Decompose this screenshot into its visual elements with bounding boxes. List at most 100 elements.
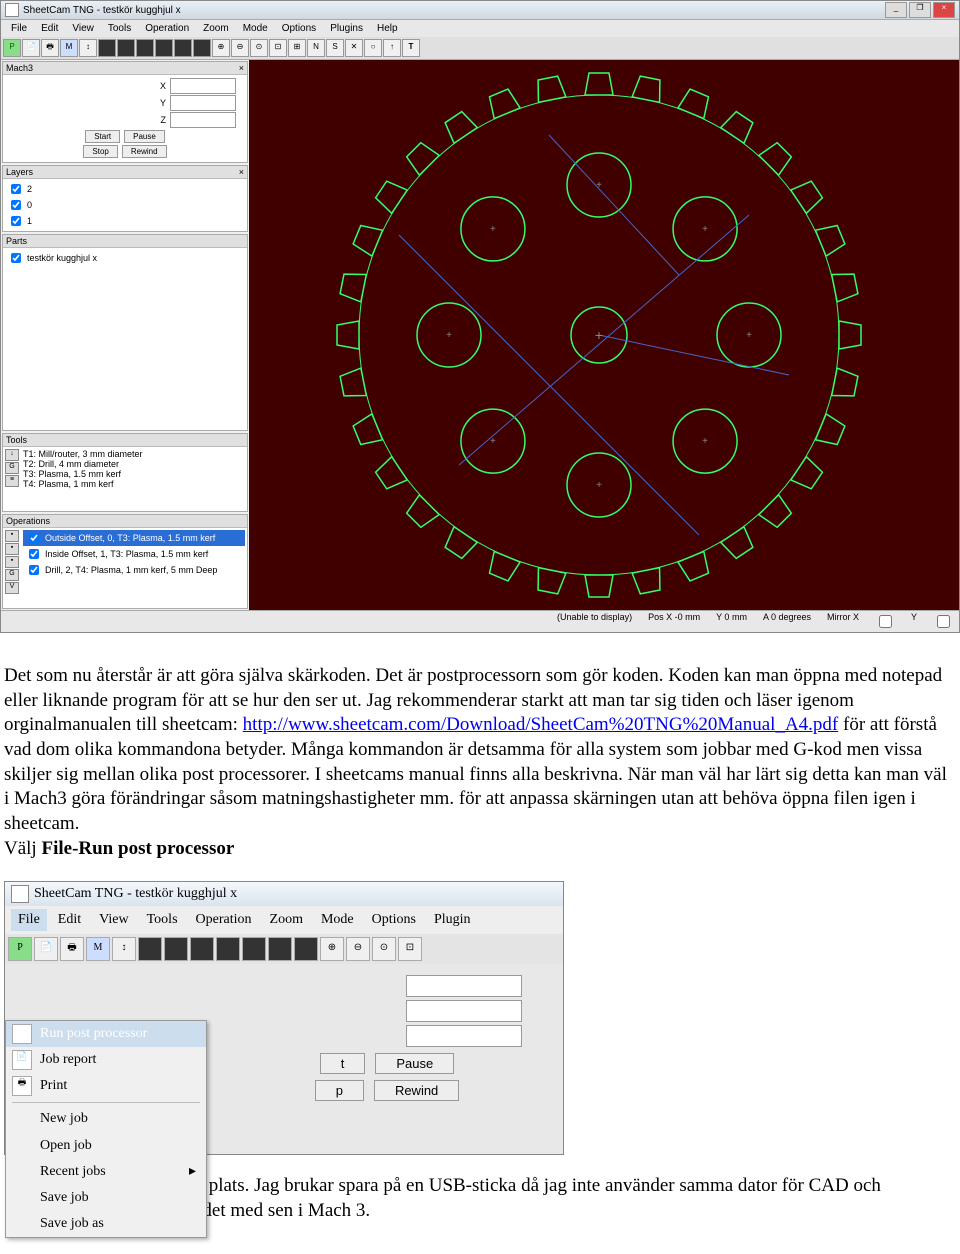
axis-x-input[interactable] [170,78,236,94]
canvas-viewport[interactable]: ++++++++ + [249,60,959,610]
tool-icon[interactable]: G [5,462,19,474]
part-checkbox[interactable] [11,253,21,263]
layer-checkbox[interactable] [11,216,21,226]
zoom-icon-2d[interactable]: ⊡ [398,937,422,961]
panel-close-icon[interactable]: × [239,167,244,177]
tool-item[interactable]: T2: Drill, 4 mm diameter [5,459,245,469]
dark-icon-6[interactable] [193,39,211,57]
doc-link[interactable]: http://www.sheetcam.com/Download/SheetCa… [243,714,839,735]
menu-item-job-report[interactable]: 📄Job report [6,1047,206,1073]
tool-icon[interactable]: ↓ [5,449,19,461]
operation-item[interactable]: Inside Offset, 1, T3: Plasma, 1.5 mm ker… [23,546,245,562]
zoom-icon-3[interactable]: ⊙ [250,39,268,57]
zoom-icon-2b[interactable]: ⊖ [346,937,370,961]
zoom-icon-2c[interactable]: ⊙ [372,937,396,961]
zoom-icon-2a[interactable]: ⊕ [320,937,344,961]
menu-plugins-2[interactable]: Plugin [427,909,478,931]
tool-a-icon[interactable]: ↑ [383,39,401,57]
op-icon[interactable]: ▪ [5,543,19,555]
menu-item-run-post[interactable]: PRun post processor [6,1021,206,1047]
tool-item[interactable]: T1: Mill/router, 3 mm diameter [5,449,245,459]
rewind-button-2[interactable]: Rewind [374,1080,459,1101]
op-icon[interactable]: V [5,582,19,594]
menu-mode-2[interactable]: Mode [314,909,361,931]
menu-item-open-job[interactable]: Open job [6,1133,206,1159]
stop-button[interactable]: Stop [83,145,117,158]
axis-input-2[interactable] [406,1000,522,1022]
operation-item[interactable]: Drill, 2, T4: Plasma, 1 mm kerf, 5 mm De… [23,562,245,578]
btn-t[interactable]: t [320,1053,366,1074]
print-icon[interactable]: 🖶 [41,39,59,57]
start-button[interactable]: Start [85,130,120,143]
op-checkbox[interactable] [29,533,39,543]
report-icon-2[interactable]: 📄 [34,937,58,961]
maximize-button[interactable]: ❐ [909,2,931,18]
op-icon[interactable]: G [5,569,19,581]
tool-s-icon[interactable]: S [326,39,344,57]
menu-edit[interactable]: Edit [35,22,64,35]
axis-y-input[interactable] [170,95,236,111]
axis-input-2[interactable] [406,975,522,997]
menu-zoom-2[interactable]: Zoom [263,909,310,931]
m-icon[interactable]: M [60,39,78,57]
post-icon-2[interactable]: P [8,937,32,961]
dark-icon-2b[interactable] [164,937,188,961]
op-icon[interactable]: ▪ [5,530,19,542]
dark-icon-2g[interactable] [294,937,318,961]
menu-operation[interactable]: Operation [139,22,195,35]
pause-button[interactable]: Pause [124,130,165,143]
zoom-icon-4[interactable]: ⊡ [269,39,287,57]
zoom-icon-5[interactable]: ⊞ [288,39,306,57]
tool-icon-2[interactable]: ↕ [112,937,136,961]
print-icon-2[interactable]: 🖶 [60,937,84,961]
tool-item[interactable]: T4: Plasma, 1 mm kerf [5,479,245,489]
menu-tools-2[interactable]: Tools [140,909,185,931]
menu-view[interactable]: View [66,22,100,35]
dark-icon-3[interactable] [136,39,154,57]
tool-icon[interactable]: ↕ [79,39,97,57]
menu-edit-2[interactable]: Edit [51,909,88,931]
tool-icon[interactable]: ≡ [5,475,19,487]
menu-options[interactable]: Options [276,22,322,35]
zoom-icon-2[interactable]: ⊖ [231,39,249,57]
op-icon[interactable]: ▪ [5,556,19,568]
operation-item[interactable]: Outside Offset, 0, T3: Plasma, 1.5 mm ke… [23,530,245,546]
close-button[interactable]: × [933,2,955,18]
menu-item-save-job-as[interactable]: Save job as [6,1211,206,1237]
tool-x-icon[interactable]: ✕ [345,39,363,57]
zoom-icon-1[interactable]: ⊕ [212,39,230,57]
dark-icon-4[interactable] [155,39,173,57]
menu-file-2[interactable]: File [11,909,47,931]
panel-close-icon[interactable]: × [239,63,244,73]
report-icon[interactable]: 📄 [22,39,40,57]
layer-checkbox[interactable] [11,184,21,194]
menu-item-print[interactable]: 🖶Print [6,1073,206,1099]
dark-icon-2a[interactable] [138,937,162,961]
menu-zoom[interactable]: Zoom [197,22,235,35]
dark-icon-2[interactable] [117,39,135,57]
axis-z-input[interactable] [170,112,236,128]
dark-icon-1[interactable] [98,39,116,57]
menu-options-2[interactable]: Options [365,909,423,931]
dark-icon-2e[interactable] [242,937,266,961]
op-checkbox[interactable] [29,549,39,559]
menu-file[interactable]: File [5,22,33,35]
mirror-y-checkbox[interactable] [937,615,950,628]
axis-input-2[interactable] [406,1025,522,1047]
menu-item-new-job[interactable]: New job [6,1106,206,1132]
layer-checkbox[interactable] [11,200,21,210]
rewind-button[interactable]: Rewind [122,145,167,158]
menu-item-recent-jobs[interactable]: Recent jobs▸ [6,1159,206,1185]
menu-tools[interactable]: Tools [102,22,137,35]
btn-p[interactable]: p [315,1080,364,1101]
menu-mode[interactable]: Mode [237,22,274,35]
mirror-x-checkbox[interactable] [879,615,892,628]
dark-icon-5[interactable] [174,39,192,57]
minimize-button[interactable]: _ [885,2,907,18]
menu-help[interactable]: Help [371,22,404,35]
menu-plugins[interactable]: Plugins [324,22,369,35]
pause-button-2[interactable]: Pause [375,1053,454,1074]
menu-operation-2[interactable]: Operation [189,909,259,931]
menu-view-2[interactable]: View [92,909,135,931]
post-icon[interactable]: P [3,39,21,57]
